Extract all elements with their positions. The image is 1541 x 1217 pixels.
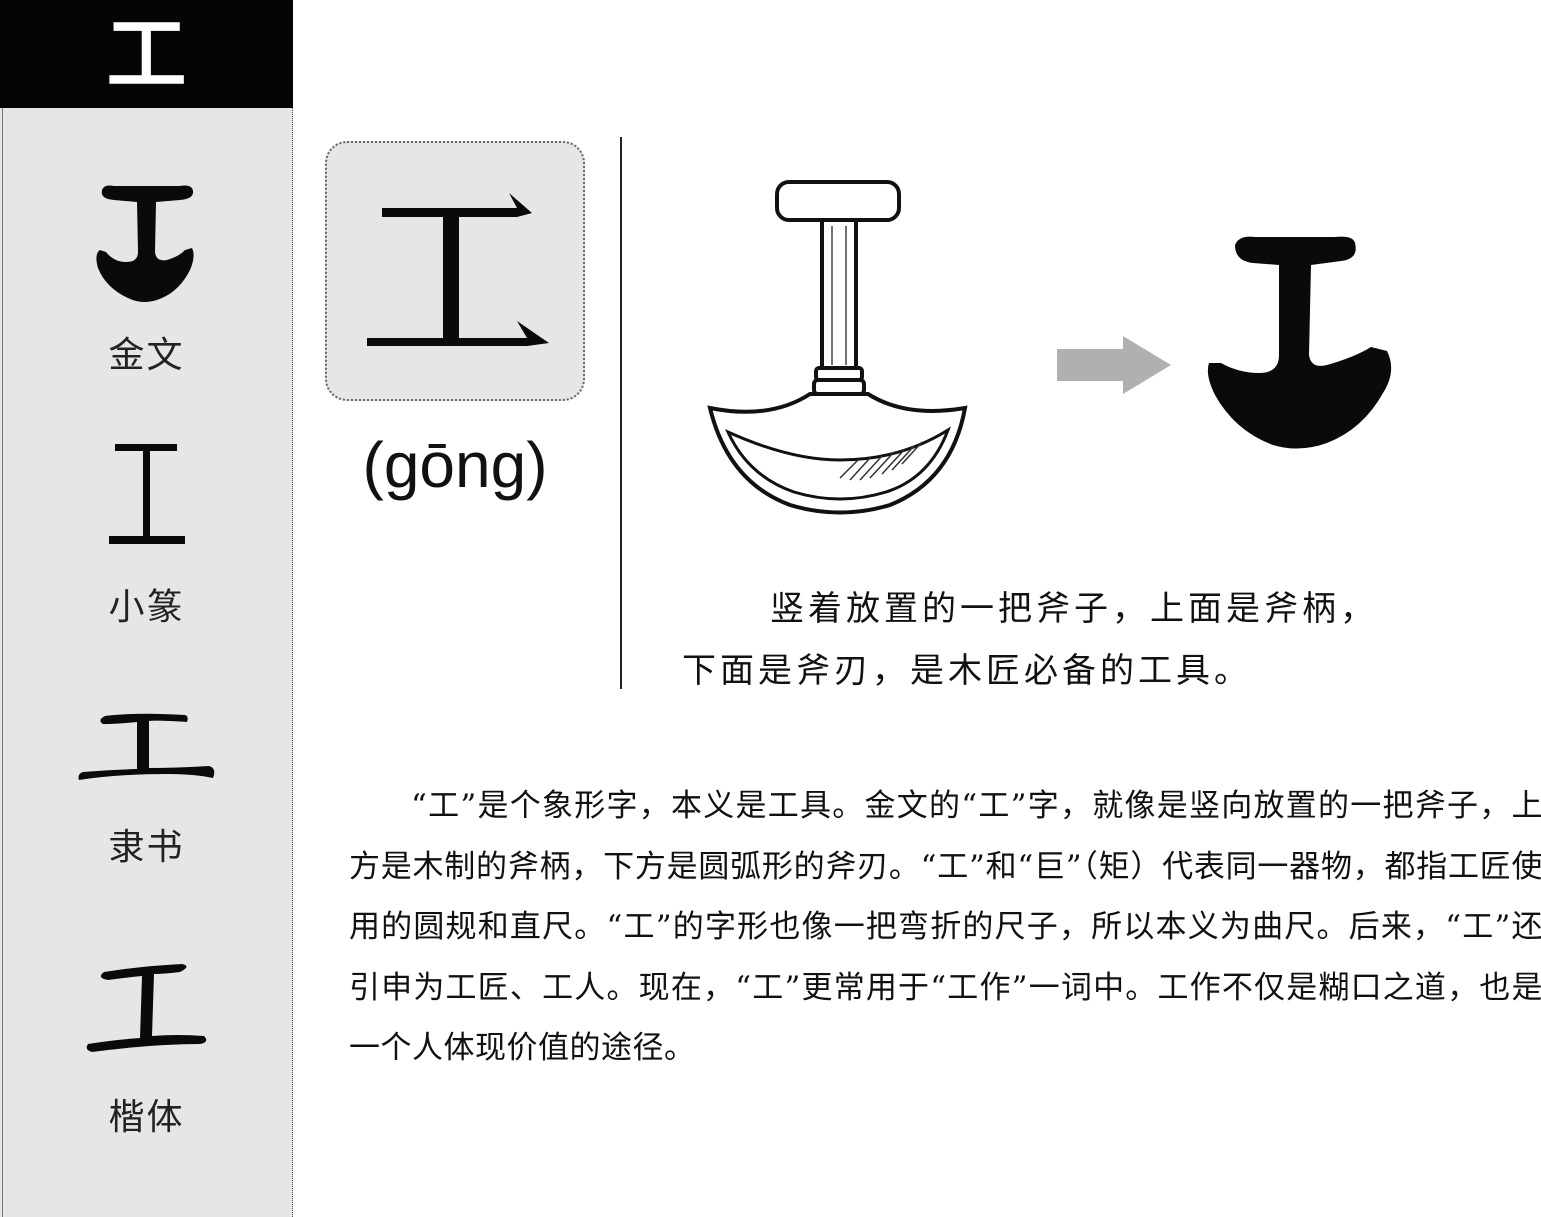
arrow-right-icon (1055, 334, 1175, 400)
pinyin-label: (gōng) (362, 429, 548, 501)
explanation-paragraph: “工”是个象形字，本义是工具。金文的“工”字，就像是竖向放置的一把斧子，上方是木… (349, 788, 1541, 1066)
caption-line-1: 竖着放置的一把斧子，上面是斧柄， (770, 589, 1378, 629)
script-sidebar: 工 金文 小篆 隶书 楷体 (0, 0, 293, 1217)
clerical-glyph (0, 712, 293, 784)
regular-script-glyph (0, 960, 293, 1055)
character-glyph-card (367, 193, 549, 346)
illustration-caption: 竖着放置的一把斧子，上面是斧柄， 下面是斧刃，是木匠必备的工具。 (660, 578, 1420, 702)
script-label-regular: 楷体 (108, 1097, 185, 1138)
sidebar-header-character: 工 (0, 0, 293, 108)
character-card (325, 141, 585, 401)
caption-line-2: 下面是斧刃，是木匠必备的工具。 (682, 651, 1252, 691)
vertical-divider (620, 137, 622, 689)
bronze-script-glyph (0, 182, 293, 307)
script-label-clerical: 隶书 (108, 827, 185, 868)
bronze-glyph-large (1195, 225, 1400, 459)
small-seal-glyph (0, 442, 293, 547)
script-label-bronze: 金文 (108, 335, 185, 376)
axe-icon (690, 160, 980, 524)
script-label-small-seal: 小篆 (108, 587, 185, 628)
